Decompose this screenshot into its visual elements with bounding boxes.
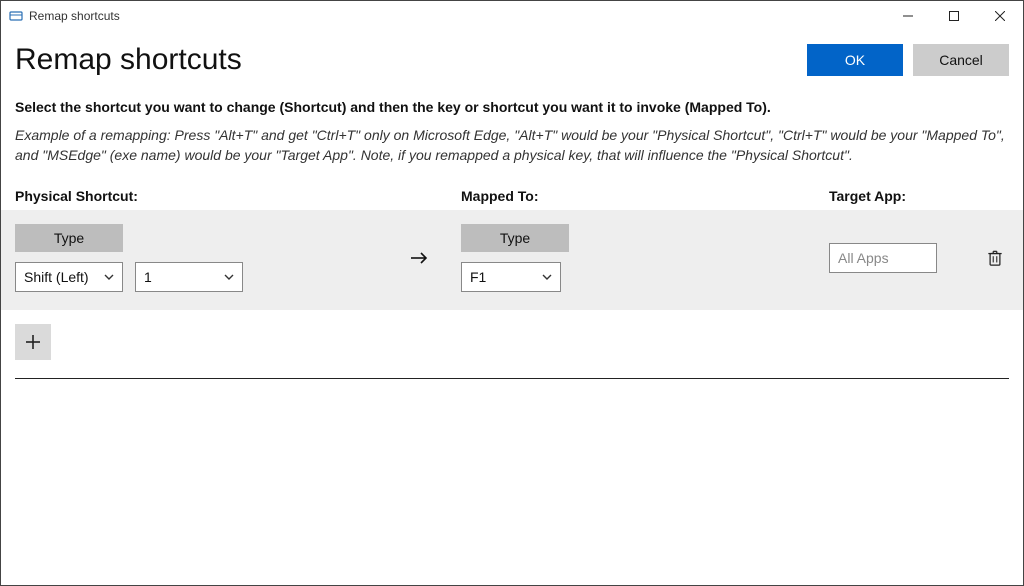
physical-shortcut-cell: Type Shift (Left) 1 bbox=[15, 224, 461, 292]
description-main: Select the shortcut you want to change (… bbox=[15, 99, 1009, 115]
app-icon bbox=[9, 9, 23, 23]
chevron-down-icon bbox=[224, 272, 234, 282]
description-block: Select the shortcut you want to change (… bbox=[1, 81, 1023, 188]
titlebar-left: Remap shortcuts bbox=[9, 9, 120, 23]
mapped-type-button[interactable]: Type bbox=[461, 224, 569, 252]
window-title: Remap shortcuts bbox=[29, 9, 120, 23]
page-title: Remap shortcuts bbox=[15, 43, 242, 77]
column-header-target: Target App: bbox=[829, 188, 1009, 204]
add-mapping-button[interactable] bbox=[15, 324, 51, 360]
titlebar: Remap shortcuts bbox=[1, 1, 1023, 31]
close-button[interactable] bbox=[977, 1, 1023, 31]
plus-icon bbox=[24, 333, 42, 351]
mapped-to-cell: Type F1 bbox=[461, 224, 829, 292]
target-app-input[interactable] bbox=[829, 243, 937, 273]
mapping-row: Type Shift (Left) 1 bbox=[1, 210, 1023, 310]
physical-key1-dropdown[interactable]: Shift (Left) bbox=[15, 262, 123, 292]
column-headers: Physical Shortcut: Mapped To: Target App… bbox=[1, 188, 1023, 210]
column-header-mapped: Mapped To: bbox=[461, 188, 829, 204]
column-header-physical: Physical Shortcut: bbox=[15, 188, 461, 204]
arrow-right-icon bbox=[405, 244, 433, 272]
cancel-button[interactable]: Cancel bbox=[913, 44, 1009, 76]
mapped-key1-dropdown[interactable]: F1 bbox=[461, 262, 561, 292]
physical-type-button[interactable]: Type bbox=[15, 224, 123, 252]
window-controls bbox=[885, 1, 1023, 31]
header-row: Remap shortcuts OK Cancel bbox=[1, 31, 1023, 81]
physical-dropdown-row: Shift (Left) 1 bbox=[15, 262, 461, 292]
physical-key2-value: 1 bbox=[144, 269, 152, 285]
physical-key1-value: Shift (Left) bbox=[24, 269, 89, 285]
mapped-key1-value: F1 bbox=[470, 269, 486, 285]
mapped-dropdown-row: F1 bbox=[461, 262, 829, 292]
maximize-button[interactable] bbox=[931, 1, 977, 31]
header-buttons: OK Cancel bbox=[807, 44, 1009, 76]
window-frame: Remap shortcuts Remap shortcuts OK Cance… bbox=[0, 0, 1024, 586]
trash-icon bbox=[987, 248, 1003, 268]
chevron-down-icon bbox=[104, 272, 114, 282]
delete-row-button[interactable] bbox=[981, 244, 1009, 272]
ok-button[interactable]: OK bbox=[807, 44, 903, 76]
physical-key2-dropdown[interactable]: 1 bbox=[135, 262, 243, 292]
target-app-cell bbox=[829, 243, 1009, 273]
description-example: Example of a remapping: Press "Alt+T" an… bbox=[15, 125, 1009, 166]
minimize-button[interactable] bbox=[885, 1, 931, 31]
add-row-area bbox=[1, 310, 1023, 374]
divider bbox=[15, 378, 1009, 379]
chevron-down-icon bbox=[542, 272, 552, 282]
